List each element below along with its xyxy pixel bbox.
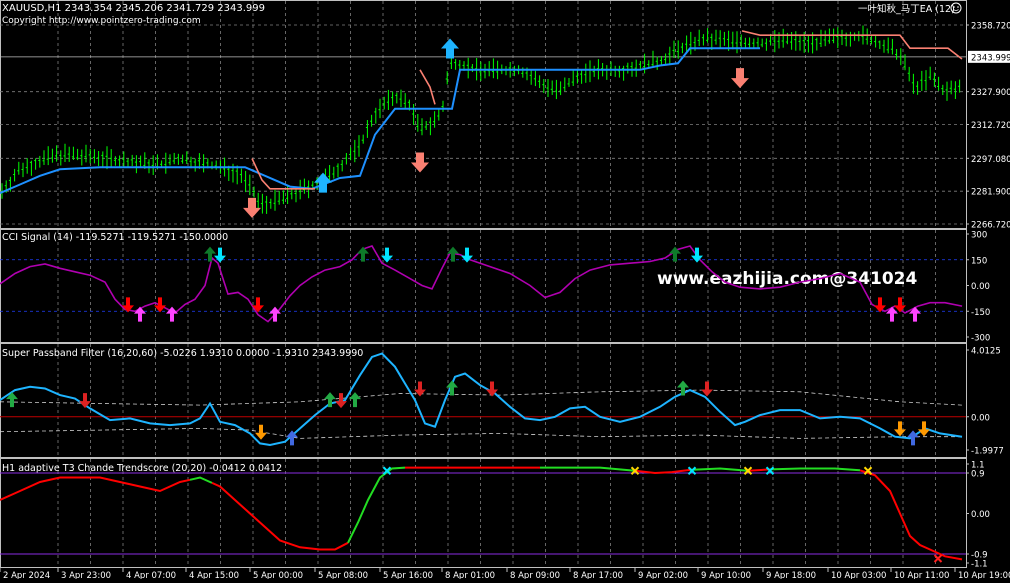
cci-axis-label: -150 [971,308,990,318]
time-axis-label: 10 Apr 03:00 [831,571,886,579]
trend-pane-title: H1 adaptive T3 Chande Trendscore (20,20)… [2,463,282,474]
filter-axis-label: 4.0125 [971,347,1001,357]
mt4-chart-window[interactable]: XAUUSD,H1 2343.354 2345.206 2341.729 234… [0,0,1010,581]
trendscore-red-segment [747,468,771,472]
ea-label[interactable]: 一叶知秋_马丁EA (12) [858,3,955,15]
time-axis-label: 8 Apr 01:00 [445,571,495,579]
price-axis-label: 2281.900 [971,188,1010,198]
current-price-label: 2343.999 [971,53,1010,63]
trend-axis-label: -1.1 [971,560,988,570]
time-axis-label: 5 Apr 08:00 [318,571,368,579]
cci-axis-label: -300 [971,334,990,344]
time-axis-label: 3 Apr 23:00 [61,571,111,579]
time-axis-label: 5 Apr 16:00 [383,571,433,579]
trend-axis-label: 0.00 [971,510,990,520]
time-axis-label: 9 Apr 10:00 [701,571,751,579]
price-axis-label: 2312.720 [971,121,1010,131]
time-axis-label: 2 Apr 2024 [3,571,50,579]
chart-canvas[interactable]: XAUUSD,H1 2343.354 2345.206 2341.729 234… [0,0,1010,581]
price-axis-label: 2358.720 [971,22,1010,32]
filter-axis-label: -1.9977 [971,447,1004,457]
filter-axis-label: 0.00 [971,413,990,423]
time-axis-label: 8 Apr 17:00 [573,571,623,579]
time-axis-label: 5 Apr 00:00 [253,571,303,579]
time-axis-label: 9 Apr 02:00 [638,571,688,579]
cci-axis-label: 300 [971,231,987,241]
time-axis-label: 10 Apr 19:00 [958,571,1010,579]
cci-pane-title: CCI Signal (14) -119.5271 -119.5271 -150… [2,232,228,243]
time-axis-label: 10 Apr 11:00 [894,571,949,579]
price-axis-label: 2266.720 [971,221,1010,231]
cci-axis-label: 150 [971,256,987,266]
copyright-text: Copyright http://www.pointzero-trading.c… [2,16,201,26]
time-axis-label: 9 Apr 18:00 [766,571,816,579]
time-axis-label: 8 Apr 09:00 [510,571,560,579]
cci-axis-label: 0.00 [971,282,990,292]
main-pane-title: XAUUSD,H1 2343.354 2345.206 2341.729 234… [2,3,265,14]
filter-pane-title: Super Passband Filter (16,20,60) -5.0226… [2,348,363,359]
time-axis-label: 4 Apr 07:00 [126,571,176,579]
price-axis-label: 2297.080 [971,155,1010,165]
time-axis-label: 4 Apr 15:00 [189,571,239,579]
trend-axis-label: 0.9 [971,470,985,480]
price-axis-label: 2327.900 [971,88,1010,98]
